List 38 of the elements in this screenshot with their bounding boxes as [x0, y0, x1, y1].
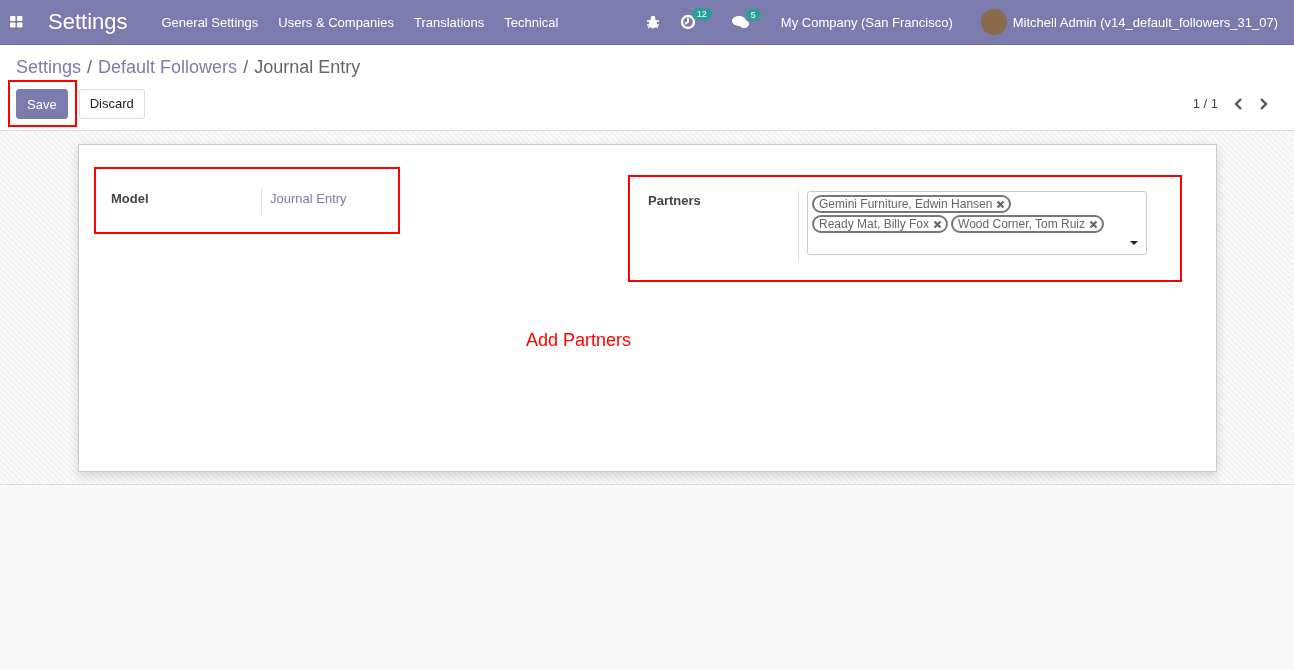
avatar-icon [980, 9, 1007, 35]
pager-count: 1 / 1 [1192, 96, 1218, 111]
tag-label: Gemini Furniture, Edwin Hansen [819, 197, 993, 211]
remove-icon[interactable] [996, 199, 1006, 209]
apps-grid-icon[interactable] [10, 16, 23, 28]
message-count-badge: 5 [745, 9, 761, 21]
activity-count-badge: 12 [691, 8, 712, 20]
next-icon[interactable] [1258, 96, 1270, 111]
menu-item[interactable]: Technical [504, 14, 559, 30]
tag-label: Ready Mat, Billy Fox [819, 217, 930, 231]
remove-icon[interactable] [1089, 219, 1098, 229]
chat-icon [731, 15, 750, 29]
app-title: Settings [48, 9, 128, 35]
field-label: Partners [648, 192, 702, 210]
breadcrumb-current: Journal Entry [254, 57, 361, 78]
caret-icon [1130, 241, 1138, 245]
bug-icon[interactable] [645, 15, 660, 29]
activity-button[interactable]: 12 [679, 8, 712, 30]
tag-label: Wood Corner, Tom Ruiz [958, 217, 1085, 231]
messages-button[interactable]: 5 [731, 9, 761, 29]
company-switcher[interactable]: My Company (San Francisco) [780, 14, 953, 30]
model-link[interactable]: Journal Entry [270, 189, 347, 206]
partners-field[interactable]: Gemini Furniture, Edwin Hansen Ready Mat, Billy Fox Wood Corner, Tom Ruiz [807, 191, 1147, 255]
field-label: Model [111, 190, 150, 208]
user-menu[interactable]: Mitchell Admin (v14_default_followers_31_07) [980, 9, 1278, 35]
discard-button[interactable]: Discard [78, 88, 145, 119]
menu-item[interactable]: General Settings [161, 14, 259, 30]
menu-item[interactable]: Users & Companies [278, 14, 394, 30]
breadcrumb-link[interactable]: Settings [16, 57, 82, 78]
breadcrumb-link[interactable]: Default Followers [98, 57, 238, 78]
breadcrumb-separator: / [243, 57, 249, 78]
annotation-text: Add Partners [526, 330, 632, 351]
remove-icon[interactable] [933, 219, 943, 229]
save-button[interactable]: Save [16, 89, 68, 119]
menu-item[interactable]: Translations [413, 14, 485, 30]
clock-icon [679, 14, 696, 30]
breadcrumb-separator: / [87, 57, 93, 78]
previous-icon[interactable] [1232, 96, 1244, 111]
